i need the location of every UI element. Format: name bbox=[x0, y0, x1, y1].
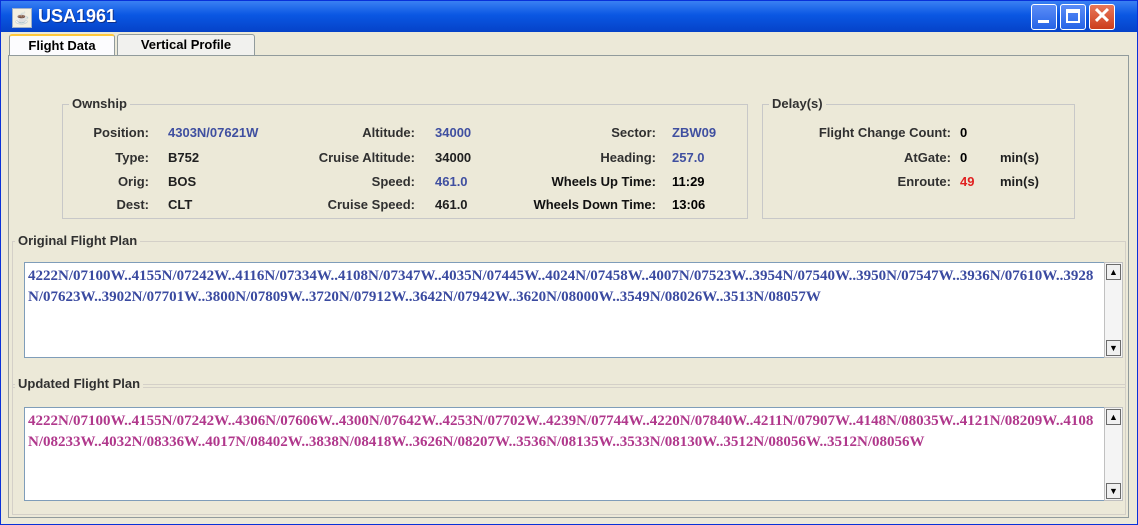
flight-change-count-label: Flight Change Count: bbox=[818, 125, 951, 140]
cruise-speed-value: 461.0 bbox=[435, 197, 468, 212]
wheels-down-value: 13:06 bbox=[672, 197, 706, 212]
at-gate-label: AtGate: bbox=[904, 150, 951, 165]
orig-label: Orig: bbox=[117, 174, 149, 189]
java-cup-icon: ☕ bbox=[12, 8, 32, 28]
wheels-down-label: Wheels Down Time: bbox=[533, 197, 656, 212]
delay-group: Delay(s) Flight Change Count: 0 AtGate: … bbox=[762, 96, 1075, 219]
altitude-label: Altitude: bbox=[362, 125, 415, 140]
tab-vertical-profile[interactable]: Vertical Profile bbox=[117, 34, 255, 55]
dest-label: Dest: bbox=[116, 197, 149, 212]
position-label: Position: bbox=[93, 125, 149, 140]
dest-value: CLT bbox=[168, 197, 193, 212]
at-gate-unit: min(s) bbox=[1000, 150, 1039, 165]
scroll-up-icon[interactable]: ▲ bbox=[1106, 409, 1121, 425]
original-plan-text: 4222N/07100W..4155N/07242W..4116N/07334W… bbox=[28, 268, 1094, 305]
ownship-group: Ownship Position: 4303N/07621W Type: B75… bbox=[62, 96, 748, 219]
updated-plan-scrollbar[interactable]: ▲ ▼ bbox=[1104, 407, 1123, 501]
original-plan-textarea[interactable]: 4222N/07100W..4155N/07242W..4116N/07334W… bbox=[24, 262, 1104, 358]
type-value: B752 bbox=[168, 150, 200, 165]
wheels-up-label: Wheels Up Time: bbox=[551, 174, 656, 189]
enroute-value: 49 bbox=[960, 174, 975, 189]
position-value: 4303N/07621W bbox=[168, 125, 259, 140]
scroll-down-icon[interactable]: ▼ bbox=[1106, 483, 1121, 499]
orig-value: BOS bbox=[168, 174, 197, 189]
type-label: Type: bbox=[115, 150, 149, 165]
original-plan-legend: Original Flight Plan bbox=[15, 233, 141, 248]
altitude-value: 34000 bbox=[435, 125, 472, 140]
speed-value: 461.0 bbox=[435, 174, 468, 189]
minimize-icon bbox=[1038, 20, 1049, 23]
delay-legend: Delay(s) bbox=[769, 96, 826, 111]
maximize-icon bbox=[1066, 9, 1080, 23]
scroll-up-icon[interactable]: ▲ bbox=[1106, 264, 1121, 280]
heading-value: 257.0 bbox=[672, 150, 705, 165]
sector-label: Sector: bbox=[611, 125, 656, 140]
wheels-up-value: 11:29 bbox=[672, 174, 705, 189]
updated-plan-text: 4222N/07100W..4155N/07242W..4306N/07606W… bbox=[28, 413, 1094, 450]
original-plan-scrollbar[interactable]: ▲ ▼ bbox=[1104, 262, 1123, 358]
heading-label: Heading: bbox=[600, 150, 656, 165]
updated-plan-textarea[interactable]: 4222N/07100W..4155N/07242W..4306N/07606W… bbox=[24, 407, 1104, 501]
app-window: ☕ USA1961 ✕ Flight Data Vertical Profile… bbox=[0, 0, 1138, 525]
window-title: USA1961 bbox=[38, 6, 117, 26]
minimize-button[interactable] bbox=[1031, 4, 1057, 30]
updated-plan-legend: Updated Flight Plan bbox=[15, 376, 144, 391]
flight-change-count-value: 0 bbox=[960, 125, 968, 140]
close-button[interactable]: ✕ bbox=[1089, 3, 1115, 30]
sector-value: ZBW09 bbox=[672, 125, 717, 140]
scroll-down-icon[interactable]: ▼ bbox=[1106, 340, 1121, 356]
speed-label: Speed: bbox=[371, 174, 415, 189]
close-icon: ✕ bbox=[1092, 3, 1112, 28]
ownship-legend: Ownship bbox=[69, 96, 130, 111]
tab-flight-data[interactable]: Flight Data bbox=[9, 34, 115, 55]
flight-data-panel: Ownship Position: 4303N/07621W Type: B75… bbox=[8, 56, 1129, 518]
enroute-unit: min(s) bbox=[1000, 174, 1039, 189]
maximize-button[interactable] bbox=[1060, 4, 1086, 30]
enroute-label: Enroute: bbox=[897, 174, 951, 189]
cruise-speed-label: Cruise Speed: bbox=[327, 197, 415, 212]
cruise-altitude-label: Cruise Altitude: bbox=[318, 150, 415, 165]
at-gate-value: 0 bbox=[960, 150, 968, 165]
cruise-altitude-value: 34000 bbox=[435, 150, 472, 165]
title-bar[interactable]: ☕ USA1961 ✕ bbox=[1, 1, 1137, 32]
